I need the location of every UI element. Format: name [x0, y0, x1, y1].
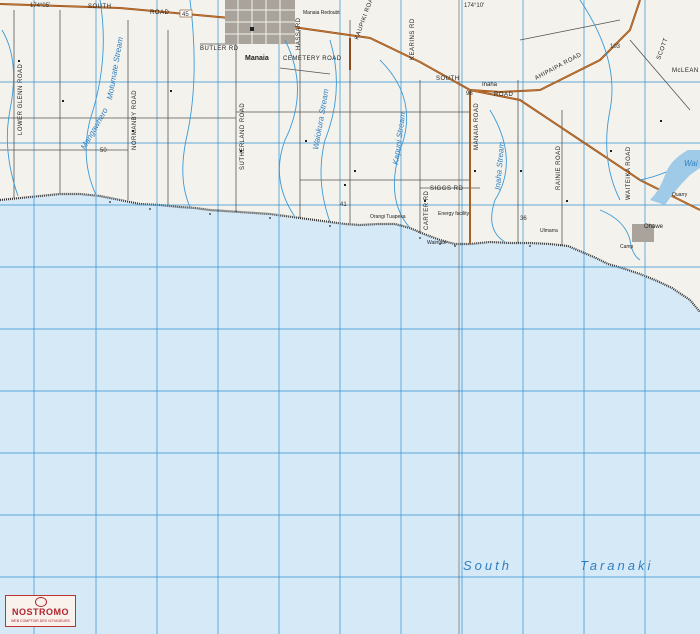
town-label-inaha: Inaha — [482, 82, 498, 88]
sea-label-south: South — [463, 558, 512, 573]
spot-height-36: 36 — [520, 216, 527, 222]
road-label-south-w: SOUTH — [88, 4, 112, 10]
spot-height-50: 50 — [100, 148, 107, 154]
town-label-orangi-tuapeka: Orangi Tuapeka — [370, 214, 406, 220]
grid-label-top-left: 174°05' — [30, 3, 50, 9]
road-label-road-w: ROAD — [150, 10, 170, 16]
logo-tagline: WEB COMPTOIR DES VOYAGEURS — [11, 619, 70, 623]
town-label-manaia: Manaia — [245, 55, 269, 62]
spot-height-98: 98 — [466, 91, 473, 97]
town-label-quarry: Quarry — [672, 192, 688, 198]
road-label-normanby: NORMANBY ROAD — [132, 90, 138, 150]
road-label-waiteika: WAITEIKA ROAD — [626, 146, 632, 200]
logo-name: NOSTROMO — [12, 607, 69, 617]
stream-label-waingongoro: Wai — [684, 159, 698, 168]
road-label-south-e: SOUTH — [436, 76, 460, 82]
nostromo-logo[interactable]: NOSTROMO WEB COMPTOIR DES VOYAGEURS — [5, 595, 76, 627]
road-label-sutherland: SUTHERLAND ROAD — [240, 103, 246, 170]
topographic-map[interactable]: 50 41 36 98 103 174°05' 174°10' 45 SOUTH… — [0, 0, 700, 634]
town-label-ohawe: Ohawe — [644, 224, 664, 230]
road-label-siggs: SIGGS RD — [430, 186, 464, 192]
town-label-manaia-redoubt: Manaia Redoubt — [303, 10, 340, 16]
spot-height-41: 41 — [340, 202, 347, 208]
sea-label-taranaki: Taranaki — [580, 558, 653, 573]
road-label-cemetery: CEMETERY ROAD — [283, 56, 342, 62]
spot-height-103: 103 — [610, 44, 621, 50]
road-label-butler: BUTLER RD — [200, 46, 239, 52]
town-label-ulmarra: Ulmarra — [540, 228, 558, 234]
town-label-energy-facility: Energy facility — [438, 211, 470, 217]
road-label-lower-glenn: LOWER GLENN ROAD — [18, 63, 24, 135]
map-canvas: 50 41 36 98 103 174°05' 174°10' 45 SOUTH… — [0, 0, 700, 634]
manaia-town-block — [225, 0, 295, 44]
road-label-hassard: HASSARD — [296, 17, 302, 50]
grid-label-top-mid: 174°10' — [464, 3, 484, 9]
road-label-mclean: McLEAN — [672, 68, 699, 74]
town-label-waimate: Waimate — [427, 240, 447, 246]
road-label-carter: CARTER RD — [424, 190, 430, 230]
road-label-manaia: MANAIA ROAD — [474, 103, 480, 150]
globe-icon — [35, 597, 47, 607]
road-label-rainie: RAINIE ROAD — [556, 145, 562, 190]
highway-number: 45 — [182, 12, 189, 18]
town-label-camp: Camp — [620, 244, 634, 250]
road-label-kearins: KEARINS RD — [410, 18, 416, 60]
road-label-road-e: ROAD — [494, 92, 514, 98]
